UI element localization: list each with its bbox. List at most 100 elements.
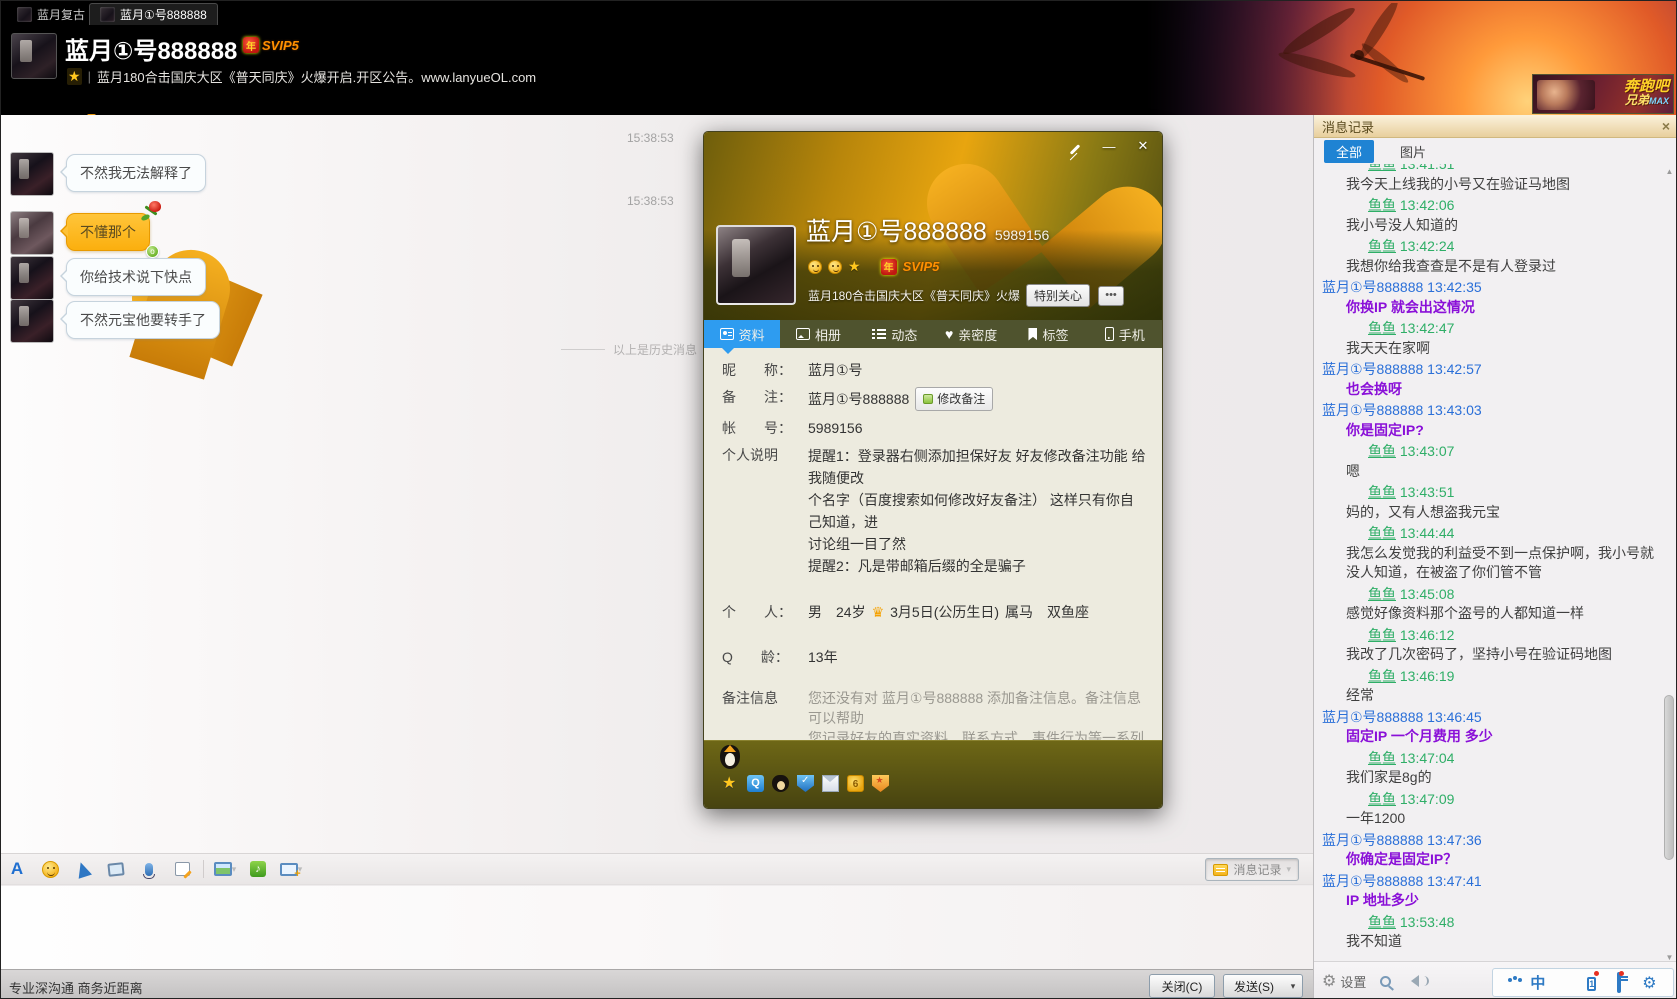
friend-avatar[interactable]: [10, 211, 54, 255]
emoticon-button[interactable]: [38, 858, 62, 880]
history-close-icon[interactable]: ×: [1662, 118, 1670, 134]
sender-name[interactable]: 蓝月①号888888: [1322, 832, 1423, 848]
ime-calendar-button[interactable]: 1: [1587, 974, 1596, 991]
handwriting-button[interactable]: [170, 858, 194, 880]
history-message-header: 鱼鱼 13:47:09: [1320, 790, 1662, 810]
sender-name[interactable]: 蓝月①号888888: [1322, 402, 1423, 418]
profile-avatar[interactable]: [716, 225, 796, 305]
scroll-up-arrow[interactable]: ▲: [1663, 167, 1676, 176]
close-chat-button[interactable]: 关闭(C): [1149, 974, 1215, 998]
ad-banner-running-man[interactable]: 奔跑吧 兄弟MAX: [1532, 74, 1674, 114]
scrollbar-thumb[interactable]: [1664, 695, 1674, 860]
history-search-button[interactable]: [1380, 976, 1391, 987]
friend-avatar[interactable]: [10, 256, 54, 300]
special-care-button[interactable]: 特别关心: [1026, 284, 1090, 307]
sender-name[interactable]: 鱼鱼: [1368, 914, 1396, 930]
edit-remark-button[interactable]: 修改备注: [915, 387, 993, 411]
birthday-crown-icon: ♛: [872, 602, 885, 622]
tab-profile[interactable]: 资料: [704, 320, 780, 348]
chat-tab-lanyue-fugu[interactable]: 蓝月复古: [7, 3, 95, 25]
ime-language-button[interactable]: 中: [1530, 972, 1545, 993]
change-skin-button[interactable]: [1066, 139, 1084, 154]
message-text: 不然元宝他要转手了: [80, 312, 206, 328]
history-message-group: 蓝月①号888888 13:43:03 你是固定IP?: [1320, 401, 1662, 440]
history-settings-button[interactable]: ⚙ 设置: [1322, 971, 1366, 991]
ime-notes-button[interactable]: [1617, 974, 1621, 991]
tab-feeds[interactable]: 动态: [857, 320, 933, 348]
profile-tabs: 资料 相册 动态 ♥亲密度 标签 手机: [704, 320, 1162, 348]
brush-icon: [1070, 144, 1081, 155]
sender-name[interactable]: 蓝月①号888888: [1322, 361, 1423, 377]
sender-name[interactable]: 鱼鱼: [1368, 791, 1396, 807]
svip-badge[interactable]: 年 SVIP5: [243, 37, 299, 53]
chat-tab-label: 蓝月复古: [37, 6, 85, 23]
chat-tab-lanyue-888888[interactable]: 蓝月①号888888: [89, 3, 218, 25]
sender-name[interactable]: 蓝月①号888888: [1322, 873, 1423, 889]
tab-intimacy[interactable]: ♥亲密度: [933, 320, 1009, 348]
send-image-button[interactable]: ▾: [213, 858, 237, 880]
peer-avatar[interactable]: [11, 33, 57, 79]
history-message-group: 蓝月①号888888 13:42:35 你换IP 就会出这情况: [1320, 278, 1662, 317]
ime-settings-button[interactable]: ⚙: [1642, 973, 1656, 993]
window-shake-button[interactable]: [104, 858, 128, 880]
friend-avatar[interactable]: [10, 152, 54, 196]
sender-name[interactable]: 鱼鱼: [1368, 525, 1396, 541]
sender-name[interactable]: 鱼鱼: [1368, 443, 1396, 459]
dialog-close-button[interactable]: ✕: [1134, 138, 1152, 154]
message-bubble-highlighted: 不懂那个 o: [66, 213, 150, 251]
history-message-header: 蓝月①号888888 13:46:45: [1320, 708, 1662, 728]
sender-name[interactable]: 鱼鱼: [1368, 238, 1396, 254]
sender-name[interactable]: 鱼鱼: [1368, 668, 1396, 684]
sender-name[interactable]: 鱼鱼: [1368, 320, 1396, 336]
qq-level-icon[interactable]: Q: [747, 775, 764, 792]
sender-name[interactable]: 鱼鱼: [1368, 627, 1396, 643]
star-level-icon[interactable]: ★: [722, 775, 739, 792]
tab-tags[interactable]: 标签: [1009, 320, 1085, 348]
toolbar-separator: [203, 860, 204, 878]
tab-mobile[interactable]: 手机: [1086, 320, 1162, 348]
message-history-toggle-button[interactable]: 消息记录 ▾: [1205, 858, 1299, 881]
chat-tab-avatar: [100, 7, 115, 22]
sender-name[interactable]: 鱼鱼: [1368, 197, 1396, 213]
magic-expression-button[interactable]: [71, 858, 95, 880]
more-actions-button[interactable]: •••: [1098, 286, 1124, 306]
sound-button[interactable]: [1405, 975, 1419, 987]
mail-icon[interactable]: [822, 775, 839, 792]
friend-avatar[interactable]: [10, 299, 54, 343]
history-message-group: 鱼鱼 13:45:08 感觉好像资料那个盗号的人都知道一样: [1320, 585, 1662, 624]
history-message-header: 鱼鱼 13:43:51: [1320, 483, 1662, 503]
qq-year-penguin-icon[interactable]: [720, 745, 740, 769]
send-options-caret[interactable]: ▾: [1284, 974, 1303, 998]
tab-all[interactable]: 全部: [1324, 140, 1374, 163]
message-time: 13:43:03: [1427, 402, 1482, 418]
honor-badge-icon[interactable]: [872, 775, 889, 792]
history-message-text: IP 地址多少: [1320, 891, 1662, 911]
sender-name[interactable]: 蓝月①号888888: [1322, 279, 1423, 295]
field-qage: Q 龄： 13年: [722, 647, 1146, 667]
sender-name[interactable]: 蓝月①号888888: [1322, 709, 1423, 725]
profile-footer: ★ Q 6: [704, 740, 1162, 808]
screenshot-button[interactable]: ▾: [279, 858, 303, 880]
message-input-area[interactable]: [1, 886, 1313, 969]
history-panel-header: 消息记录 ×: [1314, 115, 1677, 138]
sender-name[interactable]: 鱼鱼: [1368, 164, 1396, 172]
penguin-service-icon[interactable]: [772, 775, 789, 792]
tab-albums[interactable]: 相册: [780, 320, 856, 348]
sender-name[interactable]: 鱼鱼: [1368, 750, 1396, 766]
sender-name[interactable]: 鱼鱼: [1368, 586, 1396, 602]
music-share-button[interactable]: ♪: [246, 858, 270, 880]
font-style-button[interactable]: A: [5, 858, 29, 880]
tab-images[interactable]: 图片: [1400, 142, 1426, 161]
year-vip-icon: 年: [243, 37, 259, 53]
history-message-group: 鱼鱼 13:44:44 我怎么发觉我的利益受不到一点保护啊，我小号就没人知道，在…: [1320, 524, 1662, 583]
security-shield-icon[interactable]: [797, 775, 814, 792]
profile-name: 蓝月①号8888885989156: [806, 212, 1049, 248]
message-text: 不懂那个: [80, 224, 136, 240]
shake-window-icon: [107, 862, 124, 877]
send-button[interactable]: 发送(S): [1223, 974, 1285, 998]
dialog-minimize-button[interactable]: —: [1100, 139, 1118, 154]
coin-icon[interactable]: 6: [847, 775, 864, 792]
voice-message-button[interactable]: [137, 858, 161, 880]
history-message-header: 鱼鱼 13:44:44: [1320, 524, 1662, 544]
sender-name[interactable]: 鱼鱼: [1368, 484, 1396, 500]
